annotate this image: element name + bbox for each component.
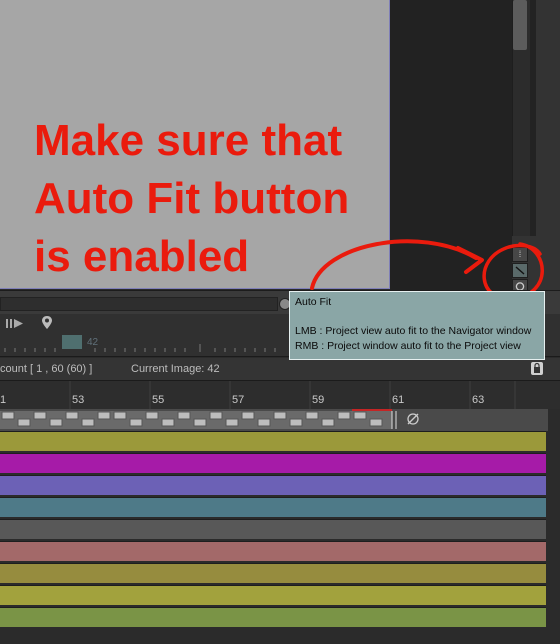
current-frame-marker[interactable] bbox=[62, 335, 82, 349]
track-row[interactable] bbox=[0, 607, 546, 627]
track-row[interactable] bbox=[0, 563, 546, 583]
track-row[interactable] bbox=[0, 585, 546, 605]
current-frame-number: 42 bbox=[87, 337, 99, 348]
lock-icon[interactable] bbox=[531, 362, 543, 375]
onion-skin-button[interactable] bbox=[406, 412, 420, 426]
track-row[interactable] bbox=[0, 475, 546, 495]
frame-label: 63 bbox=[472, 394, 485, 406]
frame-label: 1 bbox=[0, 394, 7, 406]
tooltip-lmb: LMB : Project view auto fit to the Navig… bbox=[295, 325, 532, 337]
track-row[interactable] bbox=[0, 497, 546, 517]
track-row[interactable] bbox=[0, 519, 546, 539]
tooltip-title: Auto Fit bbox=[295, 296, 332, 308]
frame-label: 55 bbox=[152, 394, 165, 406]
auto-fit-tooltip: Auto Fit LMB : Project view auto fit to … bbox=[289, 291, 545, 360]
track-row[interactable] bbox=[0, 431, 546, 451]
frame-label: 61 bbox=[392, 394, 405, 406]
track-row[interactable] bbox=[0, 541, 546, 561]
onion-skin-icon bbox=[407, 413, 419, 425]
keyframe-cells bbox=[0, 409, 397, 429]
current-image: Current Image: 42 bbox=[131, 363, 220, 375]
tooltip-rmb: RMB : Project window auto fit to the Pro… bbox=[295, 340, 521, 352]
track-footer bbox=[0, 627, 560, 644]
annotation-arrow-icon bbox=[310, 239, 544, 301]
track-row[interactable] bbox=[0, 453, 546, 473]
frame-count: count [ 1 , 60 (60) ] bbox=[0, 363, 93, 375]
frame-label: 57 bbox=[232, 394, 245, 406]
frame-label: 53 bbox=[72, 394, 85, 406]
keyframe-row[interactable] bbox=[0, 409, 548, 431]
frame-label: 59 bbox=[312, 394, 325, 406]
